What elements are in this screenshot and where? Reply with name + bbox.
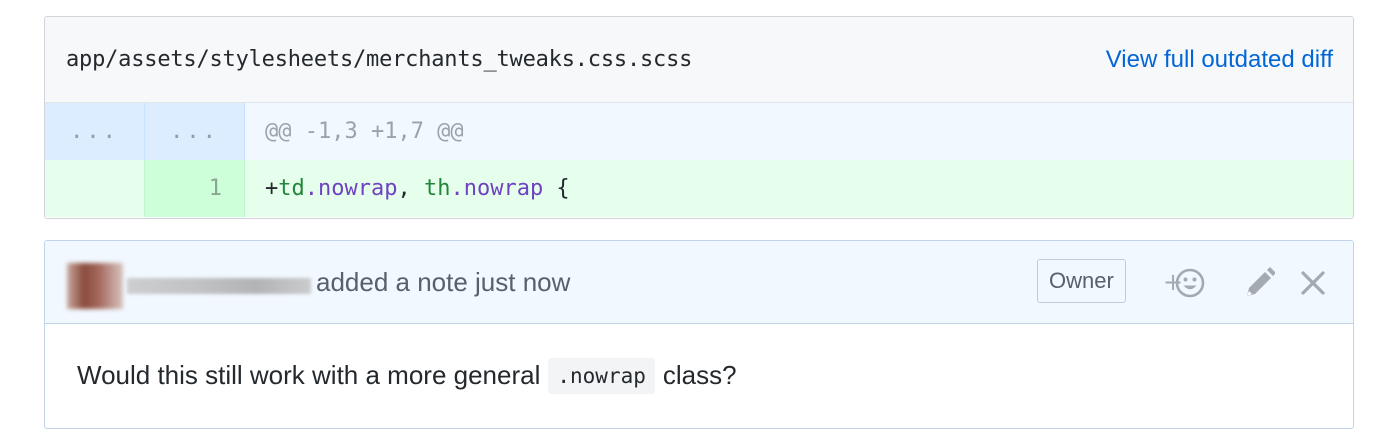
code-line: +td.nowrap, th.nowrap {	[245, 160, 570, 217]
code-token: ,	[397, 176, 424, 201]
diff-added-line: 1 +td.nowrap, th.nowrap {	[45, 160, 1353, 217]
code-token: th	[423, 176, 451, 201]
code-token: .nowrap	[304, 176, 398, 201]
file-header: app/assets/stylesheets/merchants_tweaks.…	[45, 17, 1353, 103]
owner-badge: Owner	[1037, 259, 1126, 303]
author-name-redacted[interactable]	[127, 278, 311, 294]
comment-body: Would this still work with a more genera…	[45, 324, 1353, 427]
code-token: td	[278, 176, 305, 201]
old-line-number[interactable]	[45, 160, 145, 217]
comment-header: added a note just now Owner +	[45, 241, 1353, 324]
add-reaction-icon[interactable]: +	[1163, 265, 1205, 310]
view-full-diff-link[interactable]: View full outdated diff	[1106, 46, 1333, 74]
old-line-number[interactable]: ...	[45, 103, 145, 160]
code-token: +	[265, 176, 279, 201]
comment-text: Would this still work with a more genera…	[77, 360, 541, 390]
inline-code: .nowrap	[548, 357, 655, 394]
file-path: app/assets/stylesheets/merchants_tweaks.…	[66, 47, 693, 72]
diff-hunk-row: ... ... @@ -1,3 +1,7 @@	[45, 103, 1353, 160]
code-token: .nowrap	[450, 176, 544, 201]
code-token: {	[543, 176, 570, 201]
new-line-number[interactable]: 1	[145, 160, 245, 217]
hunk-header-text: @@ -1,3 +1,7 @@	[265, 119, 464, 144]
comment-text: class?	[662, 360, 737, 390]
comment-meta-text: added a note just now	[316, 267, 571, 297]
review-comment: added a note just now Owner + Would this…	[44, 240, 1354, 429]
close-icon[interactable]	[1299, 265, 1327, 310]
pencil-icon[interactable]	[1243, 265, 1276, 310]
new-line-number[interactable]: ...	[145, 103, 245, 160]
diff-file-box: app/assets/stylesheets/merchants_tweaks.…	[44, 16, 1354, 219]
avatar[interactable]	[67, 263, 123, 309]
